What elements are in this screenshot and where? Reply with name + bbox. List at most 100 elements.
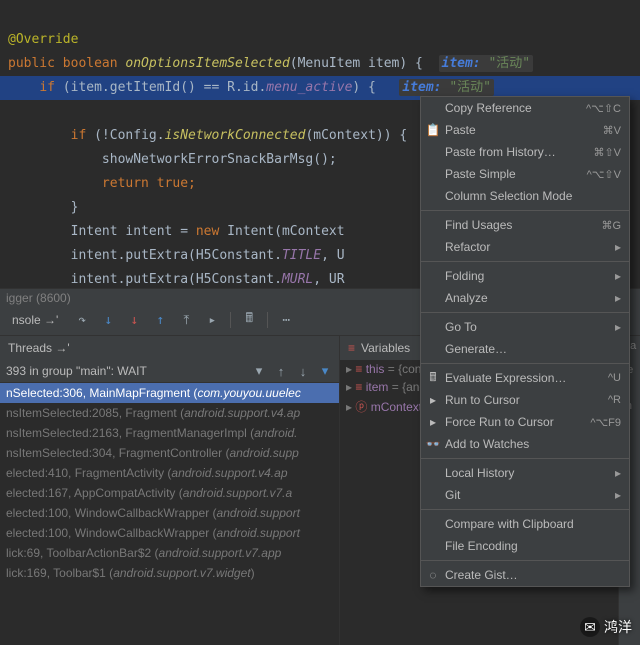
keyword: public boolean	[8, 56, 125, 71]
menu-item[interactable]: ◌ Create Gist…	[421, 564, 629, 586]
menu-item-label: Force Run to Cursor	[445, 415, 590, 429]
menu-item[interactable]: File Encoding	[421, 535, 629, 557]
menu-separator	[421, 509, 629, 510]
filter-icon[interactable]: ▾	[317, 363, 333, 379]
editor-context-menu: Copy Reference^⌥⇧C📋Paste⌘VPaste from His…	[420, 96, 630, 587]
threads-panel: Threads →' 393 in group "main": WAIT ▾ ↑…	[0, 336, 340, 645]
menu-item-label: Refactor	[445, 240, 611, 254]
menu-item[interactable]: Generate…	[421, 338, 629, 360]
up-icon[interactable]: ↑	[273, 363, 289, 379]
menu-separator	[421, 560, 629, 561]
menu-item-icon: ▸	[425, 392, 441, 408]
wechat-icon: ✉	[580, 617, 600, 637]
stack-frame[interactable]: elected:167, AppCompatActivity (android.…	[0, 483, 339, 503]
menu-item[interactable]: Compare with Clipboard	[421, 513, 629, 535]
menu-item[interactable]: 🖩 Evaluate Expression…^U	[421, 367, 629, 389]
menu-item[interactable]: Git▸	[421, 484, 629, 506]
menu-item-label: Paste from History…	[445, 145, 593, 159]
menu-item-shortcut: ⌘⇧V	[593, 146, 621, 159]
menu-item-label: Add to Watches	[445, 437, 621, 451]
menu-item-icon: ▸	[425, 414, 441, 430]
stack-frame[interactable]: nsItemSelected:2085, Fragment (android.s…	[0, 403, 339, 423]
menu-item-icon: ◌	[425, 567, 441, 583]
menu-item-shortcut: ⌘G	[601, 219, 621, 232]
method-name: onOptionsItemSelected	[125, 56, 289, 71]
menu-item-label: File Encoding	[445, 539, 621, 553]
menu-item-label: Evaluate Expression…	[445, 371, 608, 385]
stack-frame[interactable]: nsItemSelected:304, FragmentController (…	[0, 443, 339, 463]
menu-item-label: Create Gist…	[445, 568, 621, 582]
menu-item-icon: 📋	[425, 122, 441, 138]
menu-item[interactable]: Analyze ▸	[421, 287, 629, 309]
dropdown-icon[interactable]: ▾	[251, 363, 267, 379]
more-icon[interactable]: ⋯	[278, 312, 294, 328]
step-over-icon[interactable]: ↷	[74, 312, 90, 328]
menu-item-label: Find Usages	[445, 218, 601, 232]
menu-item[interactable]: Paste Simple^⌥⇧V	[421, 163, 629, 185]
inline-hint: item: "活动"	[439, 55, 534, 72]
stack-frame[interactable]: elected:100, WindowCallbackWrapper (andr…	[0, 523, 339, 543]
submenu-arrow-icon: ▸	[615, 291, 621, 305]
menu-item-label: Copy Reference	[445, 101, 586, 115]
menu-item[interactable]: ▸ Force Run to Cursor^⌥F9	[421, 411, 629, 433]
menu-item-label: Paste Simple	[445, 167, 587, 181]
down-icon[interactable]: ↓	[295, 363, 311, 379]
threads-title: Threads →'	[8, 341, 331, 355]
menu-item[interactable]: Go To ▸	[421, 316, 629, 338]
menu-item-icon: 🖩	[425, 370, 441, 386]
menu-item[interactable]: Refactor ▸	[421, 236, 629, 258]
menu-separator	[421, 312, 629, 313]
stack-frame[interactable]: lick:69, ToolbarActionBar$2 (android.sup…	[0, 543, 339, 563]
menu-separator	[421, 210, 629, 211]
submenu-arrow-icon: ▸	[615, 269, 621, 283]
separator	[230, 312, 231, 328]
submenu-arrow-icon: ▸	[615, 466, 621, 480]
menu-item-label: Compare with Clipboard	[445, 517, 621, 531]
menu-item-label: Local History	[445, 466, 611, 480]
menu-separator	[421, 261, 629, 262]
evaluate-icon[interactable]: 🖩	[241, 312, 257, 328]
run-to-cursor-icon[interactable]: ▸	[204, 312, 220, 328]
thread-row[interactable]: 393 in group "main": WAIT ▾ ↑ ↓ ▾	[0, 360, 339, 383]
menu-separator	[421, 363, 629, 364]
menu-item[interactable]: 📋Paste⌘V	[421, 119, 629, 141]
variables-icon: ≡	[348, 341, 355, 355]
stack-frame[interactable]: elected:410, FragmentActivity (android.s…	[0, 463, 339, 483]
submenu-arrow-icon: ▸	[615, 240, 621, 254]
menu-item-icon: 👓	[425, 436, 441, 452]
step-out-icon[interactable]: ↑	[152, 312, 168, 328]
menu-item[interactable]: Local History ▸	[421, 462, 629, 484]
stack-frame[interactable]: elected:100, WindowCallbackWrapper (andr…	[0, 503, 339, 523]
menu-item-label: Column Selection Mode	[445, 189, 621, 203]
menu-item[interactable]: Folding▸	[421, 265, 629, 287]
annotation: @Override	[8, 32, 78, 47]
menu-item[interactable]: Column Selection Mode	[421, 185, 629, 207]
menu-item-label: Run to Cursor	[445, 393, 608, 407]
stack-frame[interactable]: nSelected:306, MainMapFragment (com.youy…	[0, 383, 339, 403]
menu-item-shortcut: ^⌥⇧C	[586, 102, 621, 115]
menu-item[interactable]: Copy Reference^⌥⇧C	[421, 97, 629, 119]
threads-header: Threads →'	[0, 336, 339, 360]
step-into-icon[interactable]: ↓	[100, 312, 116, 328]
menu-item-shortcut: ^R	[608, 394, 621, 406]
menu-item-label: Analyze	[445, 291, 611, 305]
submenu-arrow-icon: ▸	[615, 320, 621, 334]
menu-item[interactable]: 👓 Add to Watches	[421, 433, 629, 455]
watermark-text: 鸿洋	[604, 617, 632, 637]
code-text: (MenuItem item) {	[290, 56, 439, 71]
menu-item-shortcut: ^⌥F9	[590, 416, 621, 429]
console-tab[interactable]: nsole →'	[6, 311, 64, 329]
menu-separator	[421, 458, 629, 459]
stack-frame[interactable]: lick:169, Toolbar$1 (android.support.v7.…	[0, 563, 339, 583]
menu-item[interactable]: Find Usages⌘G	[421, 214, 629, 236]
drop-frame-icon[interactable]: ⤒	[178, 312, 194, 328]
menu-item-shortcut: ⌘V	[603, 124, 621, 137]
menu-item-shortcut: ^U	[608, 372, 621, 384]
menu-item[interactable]: Paste from History…⌘⇧V	[421, 141, 629, 163]
menu-item[interactable]: ▸ Run to Cursor^R	[421, 389, 629, 411]
menu-item-label: Go To	[445, 320, 611, 334]
menu-item-shortcut: ^⌥⇧V	[587, 168, 621, 181]
submenu-arrow-icon: ▸	[615, 488, 621, 502]
force-step-into-icon[interactable]: ↓	[126, 312, 142, 328]
stack-frame[interactable]: nsItemSelected:2163, FragmentManagerImpl…	[0, 423, 339, 443]
